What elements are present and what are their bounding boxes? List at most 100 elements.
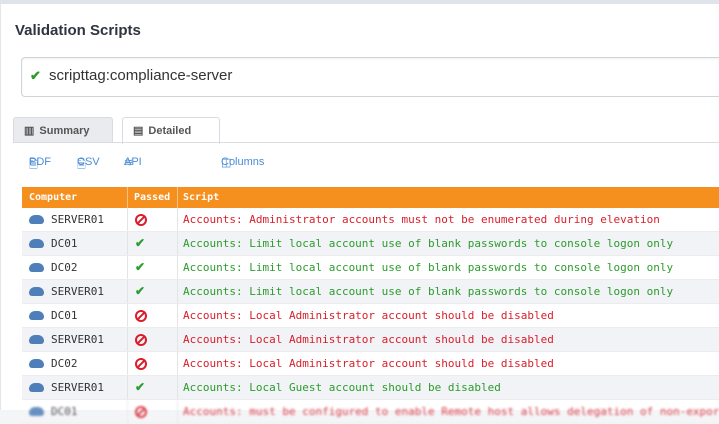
computer-cell: SERVER01 [29, 280, 104, 303]
passed-cell: ✔ [135, 256, 145, 279]
column-divider [177, 328, 178, 351]
computer-cell: DC02 [29, 256, 78, 279]
computer-cell: DC01 [29, 232, 78, 255]
tab-detailed[interactable]: ▤ Detailed [122, 117, 220, 144]
computer-name: SERVER01 [51, 285, 104, 298]
column-divider [127, 352, 128, 375]
passed-cell: ✔ [135, 232, 145, 255]
cloud-icon [29, 406, 44, 416]
column-divider [127, 400, 128, 423]
computer-name: DC02 [51, 261, 78, 274]
fail-icon [135, 405, 147, 418]
table-row[interactable]: DC01 ✔ Accounts: Limit local account use o… [22, 232, 719, 256]
cloud-icon [29, 382, 44, 392]
check-icon: ✔ [135, 284, 146, 298]
column-divider [127, 280, 128, 303]
computer-name: SERVER01 [51, 333, 104, 346]
computer-name: DC01 [51, 309, 78, 322]
computer-name: SERVER01 [51, 213, 104, 226]
validation-panel: Validation Scripts ✔ scripttag:complianc… [0, 4, 719, 424]
cloud-icon [29, 214, 44, 224]
computer-name: DC01 [51, 405, 78, 418]
tab-summary-label: Summary [39, 125, 90, 137]
computer-cell: SERVER01 [29, 376, 104, 399]
column-divider [177, 400, 178, 423]
header-computer[interactable]: Computer [29, 187, 77, 208]
column-divider [177, 208, 178, 231]
check-icon: ✔ [135, 236, 146, 250]
table-row[interactable]: DC01 Accounts: Local Administrator accoun… [22, 304, 719, 328]
header-passed[interactable]: Passed [134, 187, 170, 208]
api-label: API [124, 156, 142, 168]
table-row[interactable]: DC02 Accounts: Local Administrator accoun… [22, 352, 719, 376]
fail-icon [135, 309, 147, 322]
column-divider [127, 232, 128, 255]
computer-cell: SERVER01 [29, 328, 104, 351]
column-divider [177, 256, 178, 279]
table-row[interactable]: SERVER01 Accounts: Administrator accounts… [22, 208, 719, 232]
column-divider [127, 328, 128, 351]
computer-cell: DC01 [29, 400, 78, 423]
column-divider [177, 280, 178, 303]
script-cell: Accounts: Limit local account use of bla… [183, 285, 674, 298]
column-divider [127, 256, 128, 279]
table-row[interactable]: SERVER01 ✔ Accounts: Local Guest account s… [22, 376, 719, 400]
script-cell: Accounts: must be configured to enable R… [183, 405, 719, 418]
passed-cell [135, 328, 147, 351]
search-value: scripttag:compliance-server [49, 67, 233, 84]
search-input[interactable]: ✔ scripttag:compliance-server [21, 57, 719, 97]
computer-cell: DC01 [29, 304, 78, 327]
column-divider [177, 232, 178, 255]
check-icon: ✔ [135, 380, 146, 394]
passed-cell [135, 352, 147, 375]
column-divider [127, 208, 128, 231]
results-table: Computer Passed Script SERVER01 Accounts:… [22, 187, 719, 424]
column-divider [177, 376, 178, 399]
bar-chart-icon: ▥ [24, 125, 35, 137]
table-header: Computer Passed Script [22, 187, 719, 208]
table-row[interactable]: DC02 ✔ Accounts: Limit local account use o… [22, 256, 719, 280]
script-cell: Accounts: Local Guest account should be … [183, 381, 501, 394]
passed-cell [135, 400, 147, 423]
tab-summary[interactable]: ▥ Summary [13, 117, 113, 143]
section-title: Validation Scripts [15, 22, 141, 39]
header-script[interactable]: Script [183, 187, 219, 208]
column-divider [177, 304, 178, 327]
column-divider [177, 352, 178, 375]
script-cell: Accounts: Local Administrator account sh… [183, 333, 554, 346]
column-divider [127, 187, 128, 208]
cloud-icon [29, 334, 44, 344]
script-cell: Accounts: Limit local account use of bla… [183, 261, 674, 274]
column-divider [177, 187, 178, 208]
computer-name: DC01 [51, 237, 78, 250]
check-icon: ✔ [135, 260, 146, 274]
check-icon: ✔ [30, 68, 41, 83]
column-divider [127, 376, 128, 399]
cloud-icon [29, 286, 44, 296]
fail-icon [135, 333, 147, 346]
tab-detailed-label: Detailed [148, 125, 192, 137]
columns-label: Columns [221, 156, 265, 168]
fail-icon [135, 357, 147, 370]
tabs-divider [13, 142, 719, 143]
script-cell: Accounts: Local Administrator account sh… [183, 357, 554, 370]
table-row[interactable]: SERVER01 ✔ Accounts: Limit local account u… [22, 280, 719, 304]
pdf-label: PDF [29, 156, 51, 168]
cloud-icon [29, 262, 44, 272]
script-cell: Accounts: Local Administrator account sh… [183, 309, 554, 322]
computer-name: DC02 [51, 357, 78, 370]
computer-name: SERVER01 [51, 381, 104, 394]
table-icon: ▤ [133, 125, 144, 137]
table-body: SERVER01 Accounts: Administrator accounts… [22, 208, 719, 424]
passed-cell [135, 304, 147, 327]
passed-cell: ✔ [135, 376, 145, 399]
cloud-icon [29, 238, 44, 248]
cloud-icon [29, 358, 44, 368]
csv-label: CSV [77, 156, 100, 168]
table-row[interactable]: SERVER01 Accounts: Local Administrator ac… [22, 328, 719, 352]
script-cell: Accounts: Limit local account use of bla… [183, 237, 674, 250]
cloud-icon [29, 310, 44, 320]
computer-cell: SERVER01 [29, 208, 104, 231]
column-divider [127, 304, 128, 327]
table-row[interactable]: DC01 Accounts: must be configured to enab… [22, 400, 719, 424]
